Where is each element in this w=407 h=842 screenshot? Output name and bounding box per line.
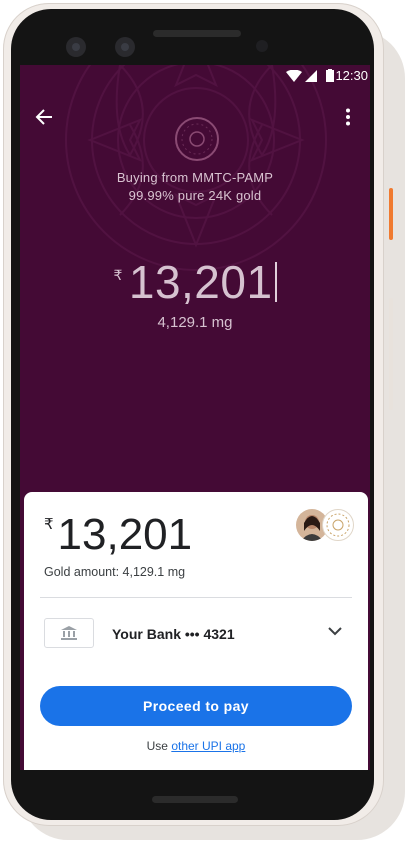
text-cursor <box>274 262 277 302</box>
more-vert-icon[interactable] <box>345 108 351 126</box>
use-other-app-text: Use other UPI app <box>24 739 368 753</box>
app-screen: 12:30 Buying from MMTC-PAMP 99.99% pure … <box>20 65 370 770</box>
bottom-speaker <box>152 796 238 803</box>
currency-symbol: ₹ <box>113 267 123 283</box>
status-time: 12:30 <box>335 68 368 83</box>
merchant-avatar-icon <box>322 509 354 541</box>
sensor-dot <box>256 40 268 52</box>
bank-account-label: Your Bank ••• 4321 <box>112 626 235 642</box>
volume-button <box>389 298 393 410</box>
bank-icon <box>61 626 77 640</box>
battery-icon <box>326 69 334 82</box>
front-camera-right <box>115 37 135 57</box>
purity-text: 99.99% pure 24K gold <box>128 188 262 203</box>
sheet-currency-symbol: ₹ <box>44 516 54 533</box>
merchant-logo <box>175 117 219 161</box>
amount-entry[interactable]: ₹13,201 <box>20 255 370 309</box>
signal-icon <box>305 70 317 82</box>
bank-selector[interactable]: Your Bank ••• 4321 <box>24 604 368 660</box>
proceed-to-pay-button[interactable]: Proceed to pay <box>40 686 352 726</box>
wifi-icon <box>286 70 302 82</box>
sheet-amount: ₹13,201 <box>44 510 192 560</box>
chevron-down-icon[interactable] <box>328 627 342 637</box>
other-upi-app-link[interactable]: other UPI app <box>171 739 245 753</box>
earpiece-speaker <box>153 30 241 37</box>
payment-sheet: ₹13,201 Gold amount: 4,129.1 mg Your Ban… <box>24 492 368 770</box>
buying-from-text: Buying from MMTC-PAMP <box>116 170 274 185</box>
power-button <box>389 188 393 240</box>
use-prefix: Use <box>146 739 172 753</box>
gold-grams-text: 4,129.1 mg <box>157 314 233 331</box>
sheet-amount-value: 13,201 <box>57 510 193 559</box>
divider <box>40 597 352 598</box>
amount-value: 13,201 <box>128 256 273 308</box>
arrow-back-icon[interactable] <box>35 108 53 126</box>
front-camera-left <box>66 37 86 57</box>
gold-amount-text: Gold amount: 4,129.1 mg <box>44 565 186 579</box>
bank-logo-box <box>44 618 94 648</box>
status-bar: 12:30 <box>250 65 370 87</box>
